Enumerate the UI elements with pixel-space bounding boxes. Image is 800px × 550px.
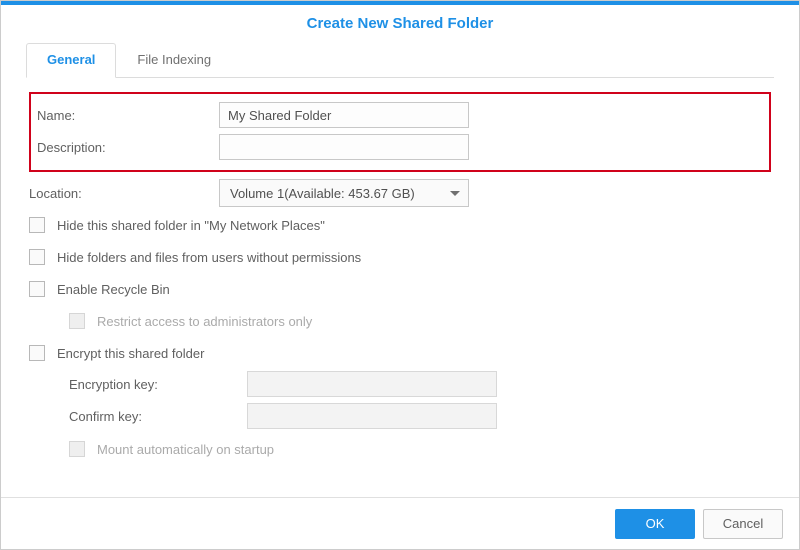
checkbox-enable-recycle[interactable] (29, 281, 45, 297)
checkbox-encrypt[interactable] (29, 345, 45, 361)
row-description: Description: (37, 132, 763, 162)
name-label: Name: (37, 108, 219, 123)
label-restrict-admin: Restrict access to administrators only (97, 314, 312, 329)
row-location: Location: Volume 1(Available: 453.67 GB) (29, 178, 771, 208)
label-enable-recycle: Enable Recycle Bin (57, 282, 170, 297)
label-encrypt: Encrypt this shared folder (57, 346, 204, 361)
location-dropdown[interactable]: Volume 1(Available: 453.67 GB) (219, 179, 469, 207)
description-label: Description: (37, 140, 219, 155)
label-mount-auto: Mount automatically on startup (97, 442, 274, 457)
checkbox-mount-auto (69, 441, 85, 457)
checkbox-restrict-admin (69, 313, 85, 329)
dialog-title: Create New Shared Folder (1, 5, 799, 42)
row-name: Name: (37, 100, 763, 130)
cancel-button[interactable]: Cancel (703, 509, 783, 539)
encryption-key-label: Encryption key: (69, 377, 247, 392)
name-input[interactable] (219, 102, 469, 128)
confirm-key-input (247, 403, 497, 429)
description-input[interactable] (219, 134, 469, 160)
row-mount-auto: Mount automatically on startup (69, 434, 771, 464)
row-enable-recycle: Enable Recycle Bin (29, 274, 771, 304)
location-label: Location: (29, 186, 219, 201)
row-hide-network: Hide this shared folder in "My Network P… (29, 210, 771, 240)
confirm-key-label: Confirm key: (69, 409, 247, 424)
checkbox-hide-network[interactable] (29, 217, 45, 233)
chevron-down-icon (450, 191, 460, 196)
ok-button[interactable]: OK (615, 509, 695, 539)
row-confirm-key: Confirm key: (69, 400, 771, 432)
row-restrict-admin: Restrict access to administrators only (69, 306, 771, 336)
row-hide-no-permission: Hide folders and files from users withou… (29, 242, 771, 272)
row-encrypt: Encrypt this shared folder (29, 338, 771, 368)
tab-bar: General File Indexing (26, 42, 774, 78)
tab-file-indexing[interactable]: File Indexing (116, 43, 232, 78)
label-hide-network: Hide this shared folder in "My Network P… (57, 218, 325, 233)
row-encryption-key: Encryption key: (69, 368, 771, 400)
checkbox-hide-no-permission[interactable] (29, 249, 45, 265)
encryption-key-input (247, 371, 497, 397)
label-hide-no-permission: Hide folders and files from users withou… (57, 250, 361, 265)
tab-general[interactable]: General (26, 43, 116, 78)
tab-content: Name: Description: Location: Volume 1(Av… (1, 78, 799, 474)
dialog-footer: OK Cancel (1, 497, 799, 549)
location-value: Volume 1(Available: 453.67 GB) (230, 186, 415, 201)
highlight-frame: Name: Description: (29, 92, 771, 172)
